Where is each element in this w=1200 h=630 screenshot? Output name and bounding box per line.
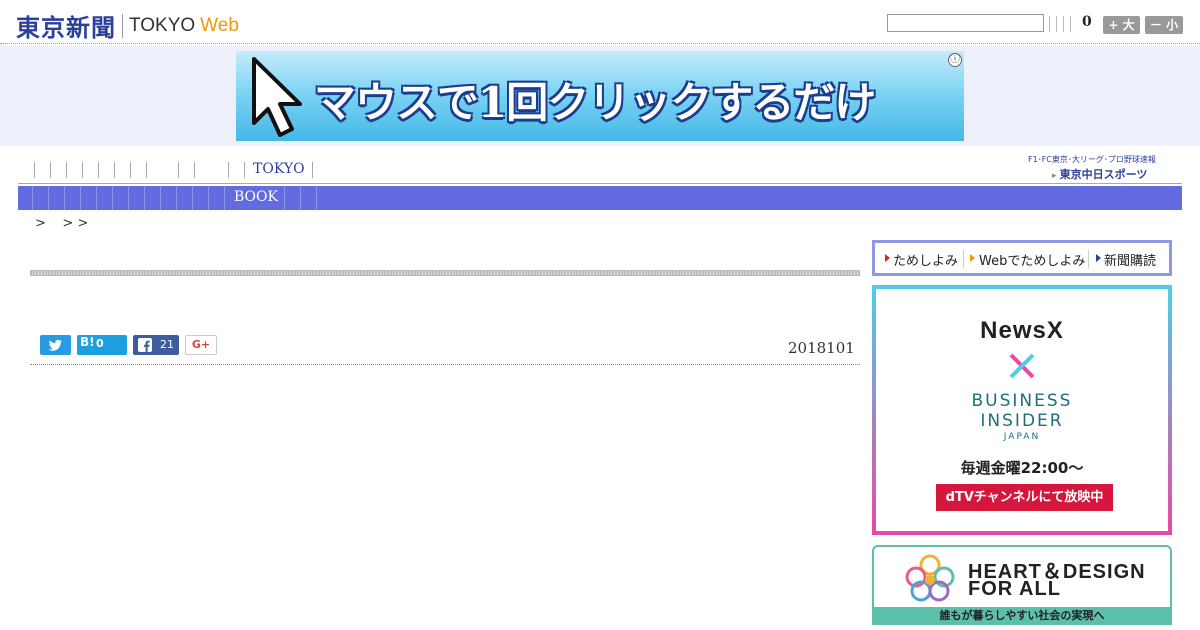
- nav-item-separator: [80, 186, 81, 210]
- facebook-icon: [138, 338, 152, 352]
- nav-item-separator: [48, 186, 49, 210]
- nav-item-separator: [144, 186, 145, 210]
- chevron-right-icon: ▸: [1052, 171, 1060, 181]
- heart-design-footer: 誰もが暮らしやすい社会の実現へ: [874, 607, 1170, 623]
- hatena-count: 0: [96, 337, 104, 350]
- subscription-links: ためしよみ Webでためしよみ 新聞購読: [872, 240, 1172, 276]
- nav-item-separator: [316, 186, 317, 210]
- font-size-larger-button[interactable]: + 大: [1103, 16, 1140, 34]
- logo-tokyo-shimbun: 東京新聞: [16, 13, 116, 42]
- nav-item-separator: [128, 186, 129, 210]
- logo-web-text: Web: [200, 14, 239, 36]
- business-insider-japan: JAPAN: [1003, 432, 1041, 442]
- nav-item-separator: [98, 162, 99, 178]
- link-divider: [963, 250, 964, 268]
- header-divider: [1063, 16, 1064, 32]
- article-divider: [30, 364, 860, 365]
- ad-banner[interactable]: マウスで1回クリックするだけ ⓘ: [236, 51, 964, 141]
- sports-link-caption[interactable]: F1･FC東京･大リーグ･プロ野球速報: [1028, 154, 1156, 165]
- flower-logo-icon: [905, 554, 955, 602]
- link-divider: [1088, 250, 1089, 268]
- nav-item-separator: [96, 186, 97, 210]
- facebook-count: 21: [160, 338, 174, 351]
- breadcrumb[interactable]: > > >: [35, 216, 88, 231]
- header-divider: [1070, 16, 1071, 32]
- nav-item-separator: [244, 162, 245, 178]
- headline-divider: [30, 270, 860, 276]
- business-insider-line2: INSIDER: [980, 411, 1064, 431]
- newsx-logo: NewsX: [980, 317, 1064, 344]
- site-header: 東京新聞 TOKYO Web 0 + 大 － 小: [0, 0, 1200, 44]
- business-insider-logo: BUSINESS INSIDER: [876, 391, 1168, 431]
- header-divider: [1056, 16, 1057, 32]
- nav-item-separator: [114, 162, 115, 178]
- nav-item-separator: [228, 162, 229, 178]
- nav-item-separator: [66, 162, 67, 178]
- googleplus-share-button[interactable]: G+: [185, 335, 217, 355]
- nav-item-separator: [146, 162, 147, 178]
- logo-tokyo-text: TOKYO: [129, 14, 196, 36]
- nav-item-separator: [50, 162, 51, 178]
- trial-read-link[interactable]: ためしよみ: [893, 250, 958, 269]
- nav-item-separator: [160, 186, 161, 210]
- newsx-schedule: 毎週金曜22:00〜: [960, 459, 1084, 477]
- heart-design-subtitle: FOR ALL: [968, 578, 1061, 600]
- nav-item-separator: [82, 162, 83, 178]
- header-count: 0: [1082, 14, 1092, 30]
- secondary-nav: BOOK: [18, 186, 1182, 210]
- triangle-right-icon: [1096, 254, 1101, 262]
- business-insider-line1: BUSINESS: [971, 391, 1073, 411]
- triangle-right-icon: [885, 254, 890, 262]
- dtv-channel-button[interactable]: dTVチャンネルにて放映中: [936, 484, 1113, 511]
- facebook-share-button[interactable]: 21: [133, 335, 179, 355]
- nav-item-book[interactable]: BOOK: [234, 189, 278, 205]
- subscribe-link[interactable]: 新聞購読: [1104, 250, 1156, 269]
- newsx-ad[interactable]: NewsX BUSINESS INSIDER JAPAN 毎週金曜22:00〜 …: [872, 285, 1172, 535]
- header-divider: [1049, 16, 1050, 32]
- ad-banner-headline: マウスで1回クリックするだけ: [314, 78, 876, 127]
- nav-item-separator: [32, 186, 33, 210]
- site-logo[interactable]: 東京新聞 TOKYO Web: [16, 8, 239, 43]
- nav-item-separator: [112, 186, 113, 210]
- web-trial-read-link[interactable]: Webでためしよみ: [979, 250, 1085, 269]
- nav-item-separator: [224, 186, 225, 210]
- primary-nav: TOKYO: [18, 158, 918, 182]
- ad-info-icon[interactable]: ⓘ: [948, 53, 962, 67]
- nav-divider: [18, 183, 1182, 184]
- hatena-bookmark-button[interactable]: B! 0: [77, 335, 127, 355]
- page: 東京新聞 TOKYO Web 0 + 大 － 小 マウスで1回クリックするだけ …: [0, 0, 1200, 630]
- nav-item-separator: [130, 162, 131, 178]
- search-input[interactable]: [887, 14, 1044, 32]
- nav-item-separator: [312, 162, 313, 178]
- twitter-icon: [48, 339, 62, 351]
- article-date: 2018101: [788, 339, 855, 357]
- logo-divider: [122, 13, 123, 38]
- heart-design-ad[interactable]: HEART＆DESIGN FOR ALL 誰もが暮らしやすい社会の実現へ: [872, 545, 1172, 625]
- nav-item-separator: [300, 186, 301, 210]
- triangle-right-icon: [970, 254, 975, 262]
- nav-item-tokyo[interactable]: TOKYO: [253, 161, 305, 177]
- mouse-cursor-icon: [252, 57, 302, 137]
- nav-item-separator: [284, 186, 285, 210]
- nav-item-separator: [64, 186, 65, 210]
- cross-icon: [1009, 353, 1035, 379]
- chunichi-sports-label: 東京中日スポーツ: [1059, 168, 1148, 181]
- nav-item-separator: [176, 186, 177, 210]
- font-size-smaller-button[interactable]: － 小: [1145, 16, 1183, 34]
- nav-item-separator: [192, 186, 193, 210]
- nav-item-separator: [34, 162, 35, 178]
- twitter-share-button[interactable]: [40, 335, 71, 355]
- nav-item-separator: [194, 162, 195, 178]
- nav-item-separator: [178, 162, 179, 178]
- hatena-bookmark-icon: B!: [80, 335, 95, 349]
- nav-item-separator: [208, 186, 209, 210]
- chunichi-sports-link[interactable]: ▸ 東京中日スポーツ: [1052, 166, 1147, 182]
